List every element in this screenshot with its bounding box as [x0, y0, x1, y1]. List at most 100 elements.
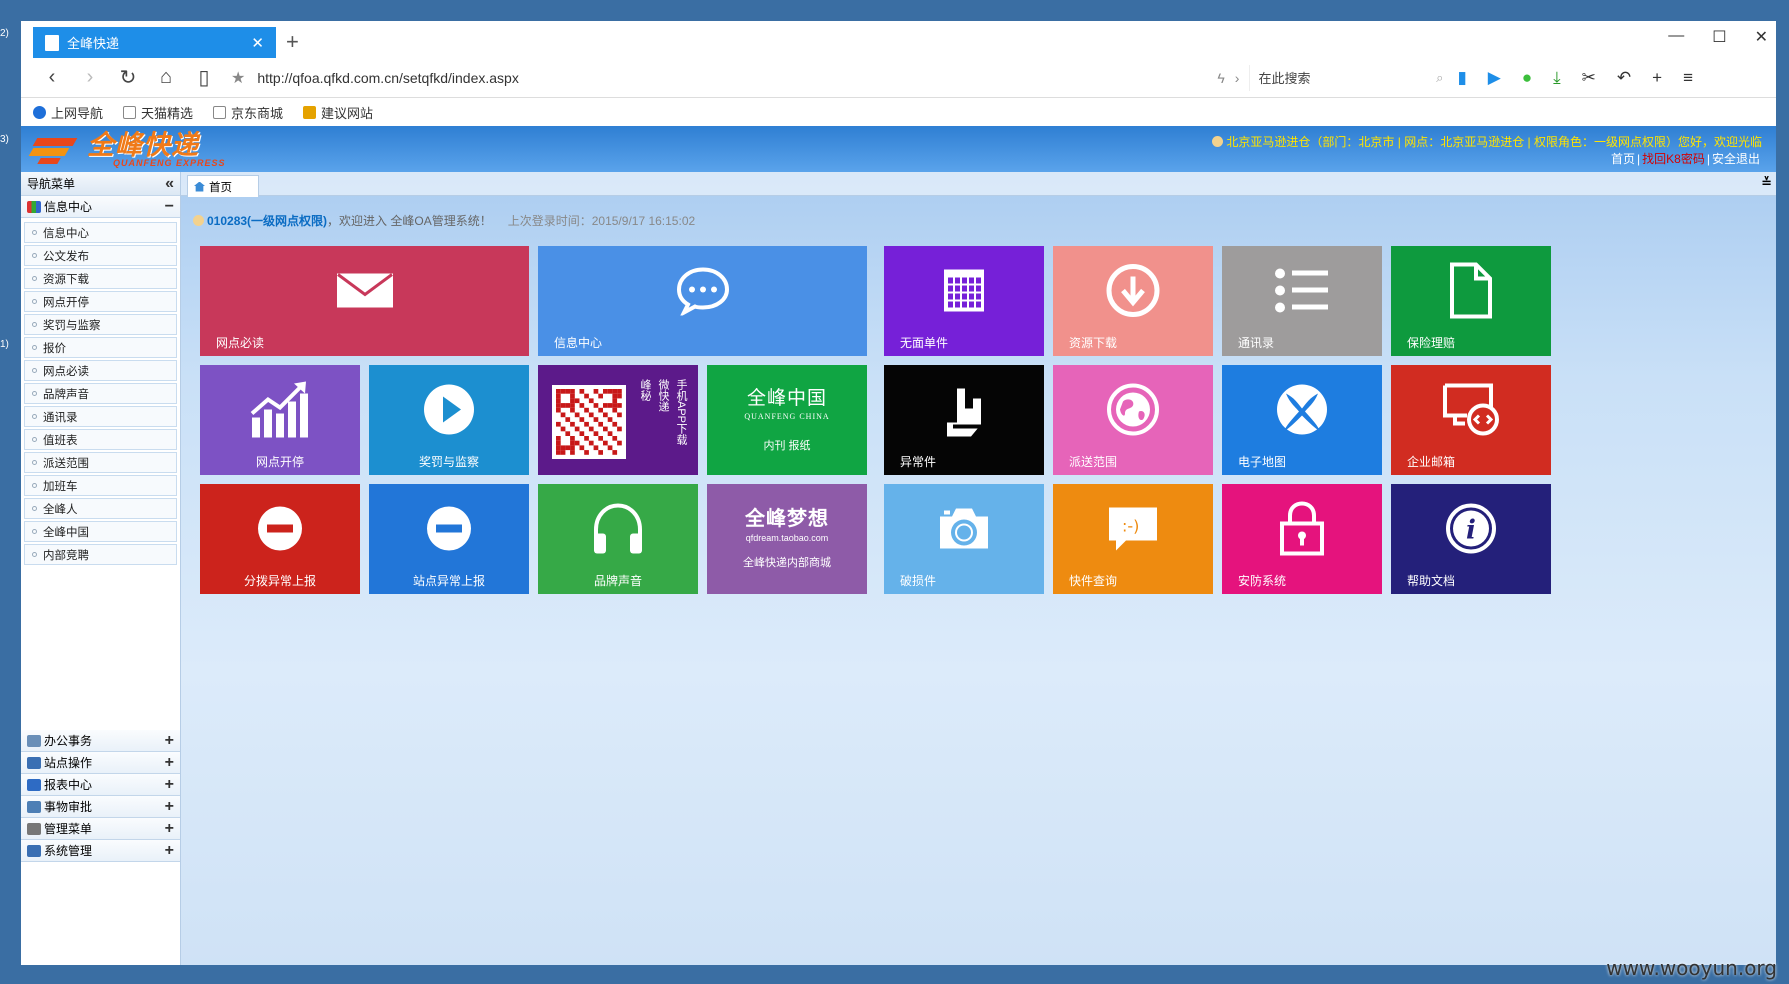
sidebar-item[interactable]: 奖罚与监察: [24, 314, 177, 335]
bullet-icon: [32, 391, 37, 396]
tile-10[interactable]: 全峰中国 QUANFENG CHINA 内刊 报纸: [707, 365, 867, 475]
tile-19[interactable]: 破损件: [884, 484, 1044, 594]
logo-mark-icon: [28, 134, 83, 166]
sidebar-item[interactable]: 报价: [24, 337, 177, 358]
expand-icon[interactable]: +: [165, 776, 174, 794]
tile-21[interactable]: 安防系统: [1222, 484, 1382, 594]
group-info-center[interactable]: 信息中心 −: [21, 196, 180, 218]
site-logo[interactable]: 全峰快递 QUANFENG EXPRESS: [28, 132, 226, 168]
expand-icon[interactable]: +: [165, 820, 174, 838]
undo-icon[interactable]: ↶: [1617, 68, 1631, 88]
wechat-icon[interactable]: ●: [1522, 68, 1532, 88]
lightning-icon[interactable]: ϟ: [1217, 70, 1224, 86]
sidebar-group-list: 办公事务 + 站点操作 + 报表中心 + 事物审批 + 管理菜单 + 系统管理 +: [21, 730, 180, 862]
sidebar-item[interactable]: 品牌声音: [24, 383, 177, 404]
back-icon[interactable]: ‹: [33, 66, 71, 89]
sidebar-group[interactable]: 事物审批 +: [21, 796, 180, 818]
sidebar-group[interactable]: 报表中心 +: [21, 774, 180, 796]
bookmark-item[interactable]: 京东商城: [213, 103, 283, 122]
home-icon[interactable]: ⌂: [147, 66, 185, 89]
tile-22[interactable]: i 帮助文档: [1391, 484, 1551, 594]
search-icon[interactable]: ⌕: [1436, 70, 1443, 86]
brand-text-icon: 全峰梦想 qfdream.taobao.com: [707, 502, 867, 543]
bookmark-item[interactable]: 上网导航: [33, 103, 103, 122]
menu-icon[interactable]: ≡: [1683, 68, 1693, 88]
tile-5[interactable]: 通讯录: [1222, 246, 1382, 356]
search-box[interactable]: 在此搜索 ⌕: [1249, 64, 1449, 91]
sidebar-item[interactable]: 值班表: [24, 429, 177, 450]
tile-9[interactable]: 手机 APP 下载 微快递峰秘: [538, 365, 698, 475]
expand-icon[interactable]: +: [165, 842, 174, 860]
tile-16[interactable]: 站点异常上报: [369, 484, 529, 594]
tablet-icon[interactable]: ▮: [1457, 68, 1466, 88]
sidebar-group[interactable]: 办公事务 +: [21, 730, 180, 752]
tile-7[interactable]: 网点开停: [200, 365, 360, 475]
welcome-line: 010283(一级网点权限)，欢迎进入 全峰OA管理系统！ 上次登录时间：2015…: [193, 212, 695, 229]
tile-4[interactable]: 资源下载: [1053, 246, 1213, 356]
tile-17[interactable]: 品牌声音: [538, 484, 698, 594]
tile-8[interactable]: 奖罚与监察: [369, 365, 529, 475]
tab-home[interactable]: 首页: [187, 175, 259, 197]
video-play-icon[interactable]: ▶: [1488, 68, 1501, 88]
sidebar-item[interactable]: 派送范围: [24, 452, 177, 473]
tile-11[interactable]: 异常件: [884, 365, 1044, 475]
close-window-icon[interactable]: ✕: [1755, 27, 1768, 47]
sidebar-item[interactable]: 信息中心: [24, 222, 177, 243]
tile-1[interactable]: 网点必读: [200, 246, 529, 356]
tile-3[interactable]: 无面单件: [884, 246, 1044, 356]
sidebar-item-label: 内部竞聘: [43, 549, 89, 562]
tile-15[interactable]: 分拨异常上报: [200, 484, 360, 594]
logout-link[interactable]: 安全退出: [1712, 152, 1760, 166]
tile-label: 帮助文档: [1407, 574, 1456, 588]
reload-icon[interactable]: ↻: [109, 65, 147, 90]
collapse-group-icon[interactable]: −: [165, 198, 174, 216]
sidebar-item[interactable]: 全峰中国: [24, 521, 177, 542]
sidebar-item[interactable]: 通讯录: [24, 406, 177, 427]
download-icon[interactable]: ⤓: [1553, 68, 1561, 88]
reader-icon[interactable]: ▯: [185, 65, 223, 90]
sidebar-item[interactable]: 内部竞聘: [24, 544, 177, 565]
sidebar-group[interactable]: 管理菜单 +: [21, 818, 180, 840]
recover-password-link[interactable]: 找回K8密码: [1642, 152, 1705, 166]
tile-20[interactable]: :-) 快件查询: [1053, 484, 1213, 594]
url-field[interactable]: http://qfoa.qfkd.com.cn/setqfkd/index.as…: [257, 70, 1217, 86]
sidebar-item-list: 信息中心 公文发布 资源下载 网点开停 奖罚与监察 报价 网点必读 品牌声音 通讯录 值班表 派送范…: [21, 218, 180, 569]
tile-6[interactable]: 保险理赔: [1391, 246, 1551, 356]
sidebar-item[interactable]: 加班车: [24, 475, 177, 496]
sidebar-item[interactable]: 网点必读: [24, 360, 177, 381]
sidebar-item[interactable]: 全峰人: [24, 498, 177, 519]
close-tab-icon[interactable]: ✕: [251, 34, 264, 52]
maximize-icon[interactable]: ☐: [1712, 27, 1726, 47]
bookmark-item[interactable]: 建议网站: [303, 103, 373, 122]
expand-icon[interactable]: +: [165, 798, 174, 816]
sidebar-item[interactable]: 资源下载: [24, 268, 177, 289]
vertical-char: 递: [657, 401, 669, 412]
forward-icon[interactable]: ›: [71, 66, 109, 89]
minimize-icon[interactable]: —: [1668, 27, 1684, 47]
user-icon: [1212, 136, 1224, 147]
tab-menu-icon[interactable]: ≚: [1761, 175, 1772, 191]
scissors-icon[interactable]: ✂: [1582, 68, 1596, 88]
sidebar-item[interactable]: 网点开停: [24, 291, 177, 312]
tile-14[interactable]: 企业邮箱: [1391, 365, 1551, 475]
tile-2[interactable]: 信息中心: [538, 246, 867, 356]
tile-label: 分拨异常上报: [243, 574, 316, 588]
sidebar-group[interactable]: 系统管理 +: [21, 840, 180, 862]
expand-icon[interactable]: +: [165, 754, 174, 772]
bookmark-item[interactable]: 天猫精选: [123, 103, 193, 122]
collapse-icon[interactable]: «: [165, 175, 174, 193]
chevron-right-icon[interactable]: ›: [1235, 70, 1240, 86]
favorite-star-icon[interactable]: ★: [231, 68, 245, 88]
expand-icon[interactable]: +: [165, 732, 174, 750]
bullet-icon: [32, 368, 37, 373]
sidebar-group[interactable]: 站点操作 +: [21, 752, 180, 774]
tile-18[interactable]: 全峰梦想 qfdream.taobao.com 全峰快递内部商城: [707, 484, 867, 594]
new-tab-icon[interactable]: +: [286, 29, 299, 55]
home-link[interactable]: 首页: [1611, 152, 1635, 166]
browser-tab[interactable]: 全峰快递 ✕: [33, 27, 276, 58]
tile-13[interactable]: 电子地图: [1222, 365, 1382, 475]
add-icon[interactable]: +: [1652, 68, 1662, 88]
tile-label: 异常件: [900, 455, 937, 469]
tile-12[interactable]: 派送范围: [1053, 365, 1213, 475]
sidebar-item[interactable]: 公文发布: [24, 245, 177, 266]
